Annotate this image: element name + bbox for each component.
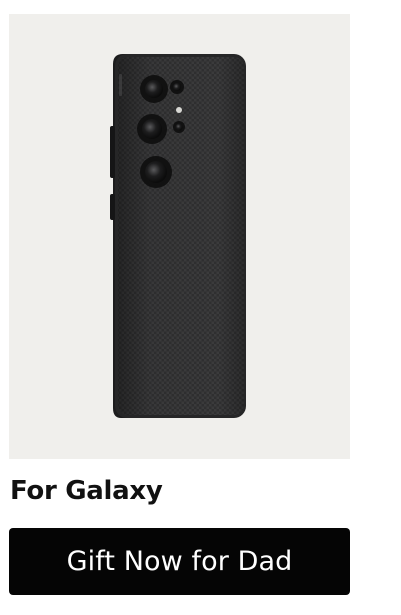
product-title: For Galaxy <box>10 476 163 506</box>
gift-now-button[interactable]: Gift Now for Dad <box>9 528 350 595</box>
product-image[interactable] <box>9 14 350 459</box>
phone-case-icon <box>110 54 246 418</box>
product-card: For Galaxy Gift Now for Dad <box>0 0 401 615</box>
